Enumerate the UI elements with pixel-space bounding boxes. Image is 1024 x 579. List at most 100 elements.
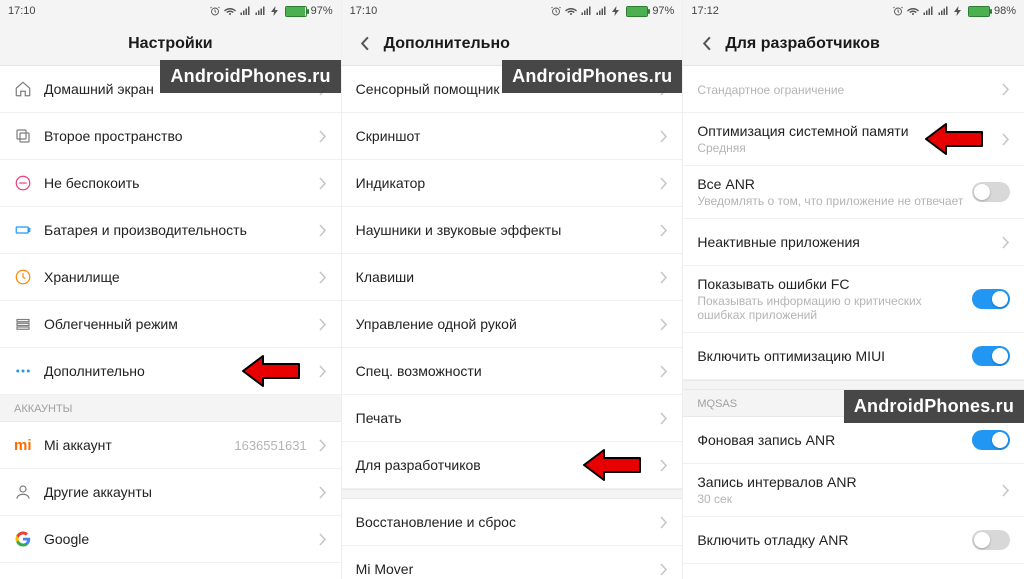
settings-row[interactable]: Восстановление и сброс	[342, 499, 683, 546]
row-subtitle: Показывать информацию о критических ошиб…	[697, 294, 972, 322]
back-button[interactable]	[697, 36, 715, 51]
settings-row[interactable]: Печать	[342, 395, 683, 442]
status-time: 17:10	[350, 5, 378, 17]
row-label: Клавиши	[356, 269, 655, 285]
chevron-right-icon	[319, 365, 327, 378]
settings-row[interactable]: Управление одной рукой	[342, 301, 683, 348]
row-label: Управление одной рукой	[356, 316, 655, 332]
settings-row[interactable]: Облегченный режим	[0, 301, 341, 348]
lite-icon	[14, 315, 44, 333]
row-label: Скриншот	[356, 128, 655, 144]
red-arrow	[582, 448, 642, 482]
settings-row[interactable]: Включить отладку ANR	[683, 517, 1024, 564]
home-icon	[14, 80, 44, 98]
person-icon	[14, 483, 44, 501]
google-icon	[14, 530, 44, 548]
row-label: Google	[44, 531, 313, 547]
back-button[interactable]	[356, 36, 374, 51]
battery-percent: 97%	[311, 5, 333, 17]
chevron-right-icon	[1002, 236, 1010, 249]
status-bar: 17:12 98%	[683, 0, 1024, 22]
settings-row[interactable]: Наушники и звуковые эффекты	[342, 207, 683, 254]
page-title: Настройки	[128, 35, 212, 53]
status-time: 17:12	[691, 5, 719, 17]
settings-row[interactable]: Показывать ошибки FC Показывать информац…	[683, 266, 1024, 333]
toggle[interactable]	[972, 289, 1010, 309]
settings-row[interactable]: Mi Mover	[342, 546, 683, 579]
red-arrow	[241, 354, 301, 388]
settings-row[interactable]: miMi аккаунт1636551631	[0, 422, 341, 469]
row-label: Включить отладку ANR	[697, 532, 972, 548]
toggle[interactable]	[972, 430, 1010, 450]
settings-row[interactable]: Не беспокоить	[0, 160, 341, 207]
status-icons	[209, 5, 281, 17]
more-icon	[14, 362, 44, 380]
row-label: Второе пространство	[44, 128, 313, 144]
settings-row[interactable]: Стандартное ограничение	[683, 66, 1024, 113]
chevron-right-icon	[660, 365, 668, 378]
settings-row[interactable]: Индикатор	[342, 160, 683, 207]
settings-row[interactable]: Дополнительно	[0, 348, 341, 395]
chevron-right-icon	[660, 412, 668, 425]
settings-list: Домашний экран Второе пространство Не бе…	[0, 66, 341, 563]
nodist-icon	[14, 174, 44, 192]
settings-row[interactable]: Для разработчиков	[342, 442, 683, 489]
row-subtitle: Уведомлять о том, что приложение не отве…	[697, 194, 972, 208]
settings-row[interactable]: Запись интервалов ANR 30 сек	[683, 464, 1024, 517]
settings-row[interactable]: Google	[0, 516, 341, 563]
page-title: Для разработчиков	[725, 35, 879, 53]
section-title: АККАУНТЫ	[0, 395, 341, 422]
settings-row[interactable]: Батарея и производительность	[0, 207, 341, 254]
page-title: Дополнительно	[384, 35, 510, 53]
square2-icon	[14, 127, 44, 145]
settings-list: Сенсорный помощник Скриншот Индикатор На…	[342, 66, 683, 579]
settings-row[interactable]: Фоновая запись ANR	[683, 417, 1024, 464]
status-icons	[550, 5, 622, 17]
settings-row[interactable]: Спец. возможности	[342, 348, 683, 395]
chevron-right-icon	[319, 177, 327, 190]
section-gap	[683, 380, 1024, 390]
chevron-right-icon	[660, 516, 668, 529]
battery-icon	[626, 6, 648, 17]
row-value: 1636551631	[234, 438, 306, 453]
settings-row[interactable]: Второе пространство	[0, 113, 341, 160]
settings-row[interactable]: Хранилище	[0, 254, 341, 301]
chevron-right-icon	[660, 224, 668, 237]
chevron-right-icon	[319, 318, 327, 331]
row-label: Батарея и производительность	[44, 222, 313, 238]
settings-row[interactable]: Скриншот	[342, 113, 683, 160]
row-label: Фоновая запись ANR	[697, 432, 972, 448]
toggle[interactable]	[972, 346, 1010, 366]
row-label: Хранилище	[44, 269, 313, 285]
header: Для разработчиков	[683, 22, 1024, 66]
status-time: 17:10	[8, 5, 36, 17]
row-label: Mi Mover	[356, 561, 655, 577]
row-subtitle: 30 сек	[697, 492, 996, 506]
settings-row[interactable]: Неактивные приложения	[683, 219, 1024, 266]
row-label: Спец. возможности	[356, 363, 655, 379]
watermark: AndroidPhones.ru	[844, 390, 1024, 423]
row-label: Все ANR	[697, 176, 972, 192]
toggle[interactable]	[972, 530, 1010, 550]
settings-row[interactable]: Другие аккаунты	[0, 469, 341, 516]
watermark: AndroidPhones.ru	[160, 60, 340, 93]
toggle[interactable]	[972, 182, 1010, 202]
settings-row[interactable]: Клавиши	[342, 254, 683, 301]
row-label: Другие аккаунты	[44, 484, 313, 500]
settings-row[interactable]: Оптимизация системной памяти Средняя	[683, 113, 1024, 166]
phone-screen-2: 17:10 97% Дополнительно Сенсорный помощн…	[342, 0, 684, 579]
clock-icon	[14, 268, 44, 286]
chevron-right-icon	[319, 271, 327, 284]
battery-icon	[285, 6, 307, 17]
settings-row[interactable]: Включить оптимизацию MIUI	[683, 333, 1024, 380]
settings-row[interactable]: Все ANR Уведомлять о том, что приложение…	[683, 166, 1024, 219]
status-bar: 17:10 97%	[0, 0, 341, 22]
chevron-right-icon	[319, 439, 327, 452]
chevron-right-icon	[1002, 133, 1010, 146]
row-label: Наушники и звуковые эффекты	[356, 222, 655, 238]
battery-percent: 97%	[652, 5, 674, 17]
row-label: Включить оптимизацию MIUI	[697, 348, 972, 364]
chevron-right-icon	[660, 318, 668, 331]
watermark: AndroidPhones.ru	[502, 60, 682, 93]
chevron-right-icon	[319, 486, 327, 499]
